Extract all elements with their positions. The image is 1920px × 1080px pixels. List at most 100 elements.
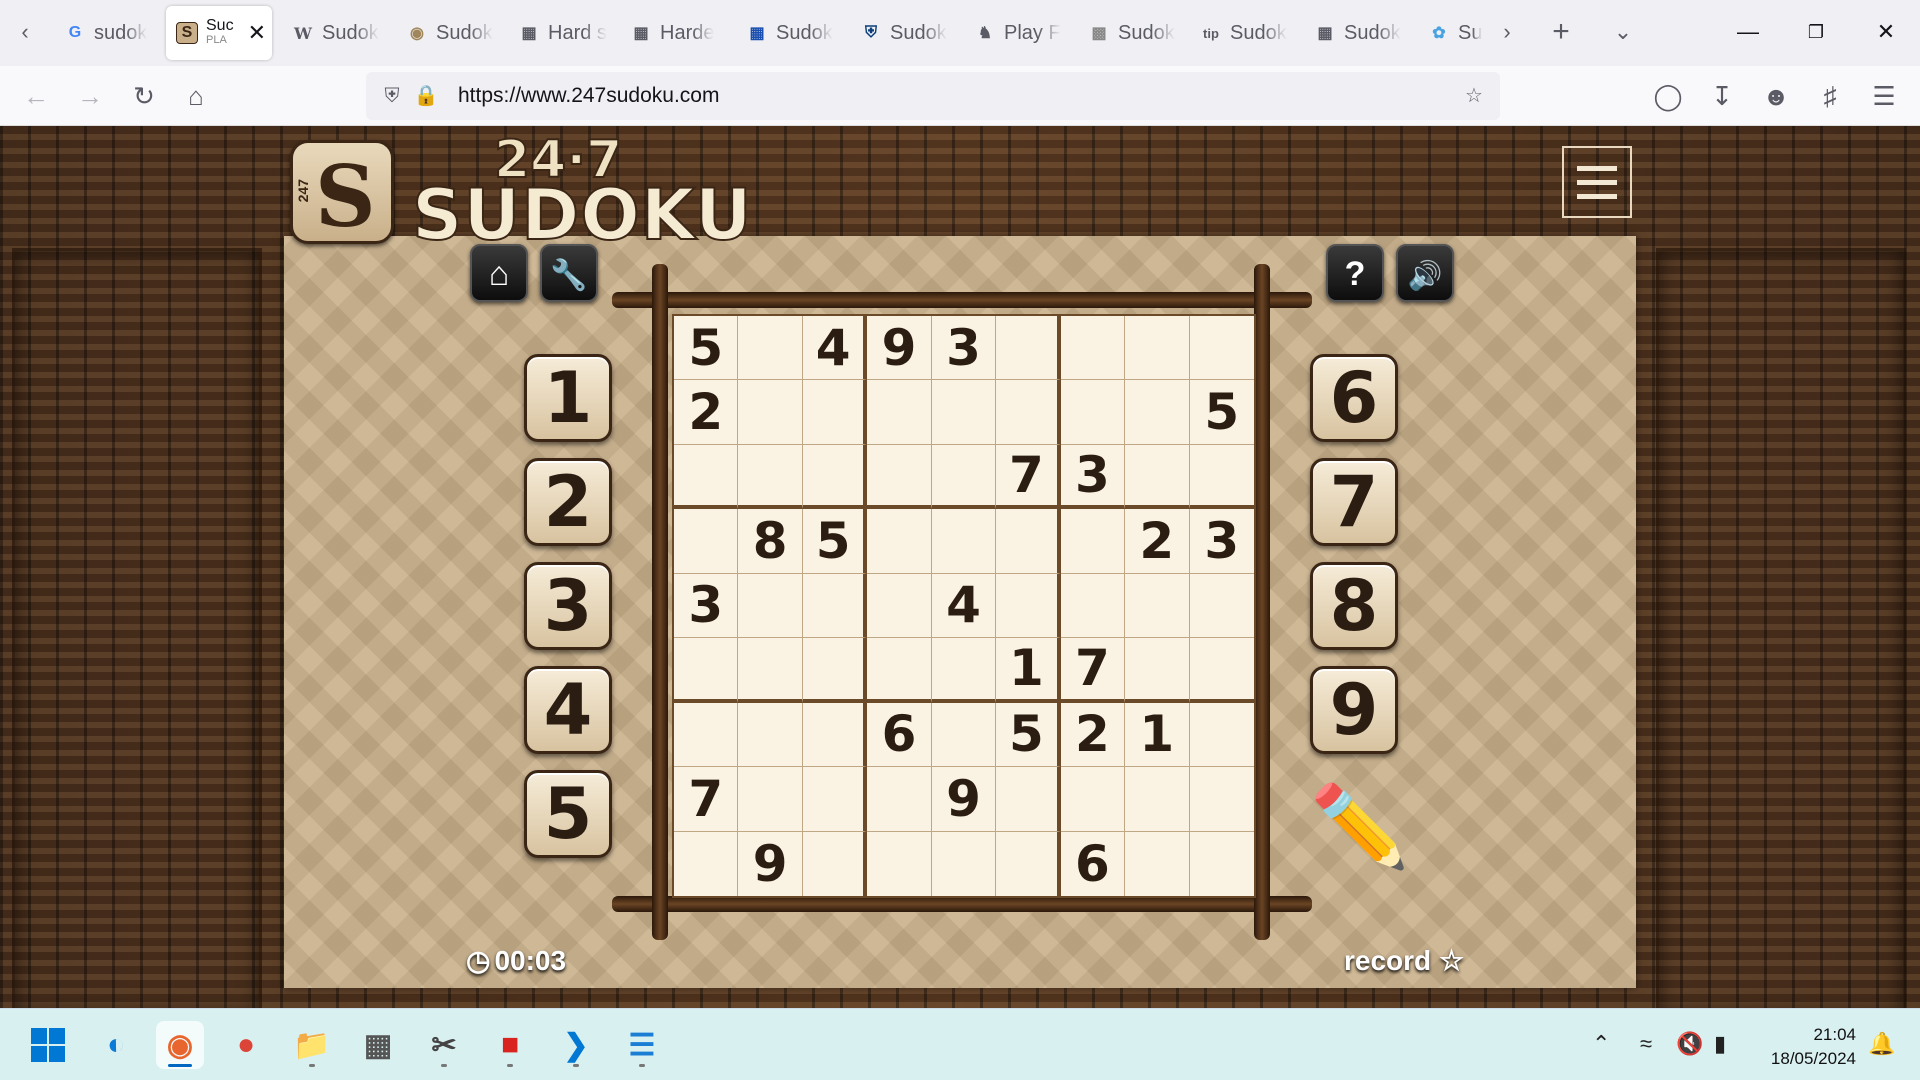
tab-hardest-sudoku[interactable]: ▦ Harde	[620, 6, 728, 60]
sudoku-cell-r9c3[interactable]	[802, 831, 868, 896]
pocket-icon[interactable]: ◯	[1650, 78, 1686, 114]
sudoku-cell-r5c6[interactable]	[996, 573, 1061, 639]
sudoku-cell-r4c6[interactable]	[996, 509, 1061, 574]
number-button-1[interactable]: 1	[524, 354, 612, 442]
close-tab-icon[interactable]: ✕	[248, 20, 266, 46]
home-icon[interactable]: ⌂	[178, 78, 214, 114]
sudoku-cell-r3c7[interactable]: 3	[1060, 444, 1126, 510]
sudoku-cell-r5c8[interactable]	[1125, 573, 1190, 639]
sudoku-cell-r1c7[interactable]	[1060, 316, 1126, 381]
sudoku-cell-r3c8[interactable]	[1125, 444, 1190, 510]
tab-sudoku-grid[interactable]: ▦ Sudok	[1304, 6, 1412, 60]
sudoku-cell-r5c1[interactable]: 3	[674, 573, 739, 639]
sudoku-cell-r2c1[interactable]: 2	[674, 380, 739, 445]
account-icon[interactable]: ☻	[1758, 78, 1794, 114]
sudoku-cell-r6c3[interactable]	[802, 638, 868, 703]
sudoku-cell-r4c5[interactable]	[931, 509, 997, 574]
sudoku-cell-r1c3[interactable]: 4	[802, 316, 868, 381]
sudoku-cell-r9c8[interactable]	[1125, 831, 1190, 896]
sudoku-cell-r6c5[interactable]	[931, 638, 997, 703]
sudoku-cell-r3c6[interactable]: 7	[996, 444, 1061, 510]
system-clock[interactable]: 21:04 18/05/2024	[1760, 1023, 1856, 1071]
sudoku-cell-r4c8[interactable]: 2	[1125, 509, 1190, 574]
sudoku-cell-r1c6[interactable]	[996, 316, 1061, 381]
chrome-icon[interactable]: ●	[222, 1021, 270, 1069]
wifi-icon[interactable]: ≈	[1640, 1031, 1652, 1057]
sudoku-cell-r6c4[interactable]	[867, 638, 932, 703]
sudoku-cell-r5c2[interactable]	[738, 573, 803, 639]
logo-tile[interactable]: 247 S	[290, 140, 394, 246]
tab-sudoku-tip[interactable]: tip Sudok	[1190, 6, 1298, 60]
sudoku-cell-r3c4[interactable]	[867, 444, 932, 510]
tab-sudoku-globe[interactable]: ◉ Sudok	[396, 6, 504, 60]
address-bar[interactable]: ⛨ 🔒 https://www.247sudoku.com ☆	[366, 72, 1500, 120]
sudoku-cell-r2c9[interactable]: 5	[1189, 380, 1254, 445]
battery-icon[interactable]: ▮	[1714, 1031, 1726, 1057]
sudoku-cell-r5c9[interactable]	[1189, 573, 1254, 639]
scroll-tabs-right-icon[interactable]: ›	[1492, 17, 1522, 47]
sudoku-cell-r4c4[interactable]	[867, 509, 932, 574]
tab-247sudoku-active[interactable]: S Suc PLA ✕	[166, 6, 272, 60]
sudoku-cell-r5c4[interactable]	[867, 573, 932, 639]
reload-icon[interactable]: ↻	[126, 78, 162, 114]
sudoku-cell-r1c1[interactable]: 5	[674, 316, 739, 381]
sudoku-cell-r4c3[interactable]: 5	[802, 509, 868, 574]
bookmark-star-icon[interactable]: ☆	[1460, 82, 1488, 110]
sudoku-cell-r1c4[interactable]: 9	[867, 316, 932, 381]
extensions-icon[interactable]: ♯	[1812, 78, 1848, 114]
windows-start-icon[interactable]	[24, 1021, 72, 1069]
sudoku-cell-r2c7[interactable]	[1060, 380, 1126, 445]
file-explorer-icon[interactable]: 📁	[288, 1021, 336, 1069]
sudoku-cell-r1c2[interactable]	[738, 316, 803, 381]
sudoku-cell-r4c9[interactable]: 3	[1189, 509, 1254, 574]
sudoku-cell-r2c4[interactable]	[867, 380, 932, 445]
sudoku-cell-r2c6[interactable]	[996, 380, 1061, 445]
sudoku-cell-r4c2[interactable]: 8	[738, 509, 803, 574]
sudoku-cell-r7c1[interactable]	[674, 702, 739, 768]
forward-icon[interactable]: →	[72, 78, 108, 114]
help-button[interactable]: ?	[1326, 244, 1384, 302]
sudoku-cell-r8c9[interactable]	[1189, 767, 1254, 832]
lock-icon[interactable]: 🔒	[412, 82, 440, 110]
app-menu-icon[interactable]: ☰	[1866, 78, 1902, 114]
site-menu-button[interactable]	[1562, 146, 1632, 218]
pencil-notes-icon[interactable]: ✏️	[1310, 780, 1410, 874]
sudoku-cell-r7c3[interactable]	[802, 702, 868, 768]
sudoku-cell-r7c5[interactable]	[931, 702, 997, 768]
sudoku-cell-r4c1[interactable]	[674, 509, 739, 574]
downloads-icon[interactable]: ↧	[1704, 78, 1740, 114]
tab-hard-sudoku[interactable]: ▦ Hard s	[508, 6, 616, 60]
sudoku-cell-r7c7[interactable]: 2	[1060, 702, 1126, 768]
acrobat-icon[interactable]: ■	[486, 1021, 534, 1069]
snipping-tool-icon[interactable]: ✂	[420, 1021, 468, 1069]
sudoku-cell-r8c7[interactable]	[1060, 767, 1126, 832]
number-button-4[interactable]: 4	[524, 666, 612, 754]
sudoku-cell-r2c5[interactable]	[931, 380, 997, 445]
sudoku-cell-r9c5[interactable]	[931, 831, 997, 896]
sudoku-cell-r1c9[interactable]	[1189, 316, 1254, 381]
sudoku-cell-r9c1[interactable]	[674, 831, 739, 896]
sudoku-cell-r7c6[interactable]: 5	[996, 702, 1061, 768]
sudoku-cell-r3c1[interactable]	[674, 444, 739, 510]
sudoku-cell-r2c3[interactable]	[802, 380, 868, 445]
sudoku-cell-r9c6[interactable]	[996, 831, 1061, 896]
number-button-7[interactable]: 7	[1310, 458, 1398, 546]
volume-muted-icon[interactable]: 🔇	[1676, 1031, 1703, 1057]
firefox-icon[interactable]: ◉	[156, 1021, 204, 1069]
sudoku-cell-r7c9[interactable]	[1189, 702, 1254, 768]
sudoku-cell-r5c5[interactable]: 4	[931, 573, 997, 639]
sudoku-cell-r3c9[interactable]	[1189, 444, 1254, 510]
minimize-icon[interactable]: —	[1728, 14, 1768, 50]
sudoku-cell-r4c7[interactable]	[1060, 509, 1126, 574]
sudoku-cell-r8c8[interactable]	[1125, 767, 1190, 832]
sudoku-cell-r5c7[interactable]	[1060, 573, 1126, 639]
tracking-shield-icon[interactable]: ⛨	[378, 82, 406, 110]
photos-icon[interactable]: ▦	[354, 1021, 402, 1069]
sudoku-cell-r8c2[interactable]	[738, 767, 803, 832]
tab-sudoku-shield[interactable]: ⛨ Sudok	[850, 6, 958, 60]
number-button-2[interactable]: 2	[524, 458, 612, 546]
sudoku-cell-r7c2[interactable]	[738, 702, 803, 768]
sudoku-cell-r9c7[interactable]: 6	[1060, 831, 1126, 896]
sudoku-cell-r7c8[interactable]: 1	[1125, 702, 1190, 768]
sudoku-cell-r3c3[interactable]	[802, 444, 868, 510]
